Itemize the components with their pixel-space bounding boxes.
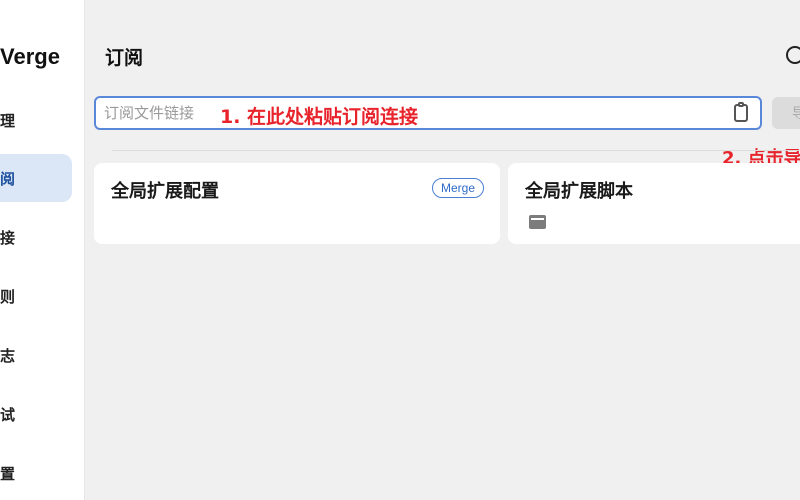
- sidebar-item-label: 置: [0, 464, 16, 483]
- profile-card-merge[interactable]: 全局扩展配置 Merge: [94, 163, 500, 244]
- sidebar-item-profiles[interactable]: 阅: [0, 154, 72, 202]
- sidebar-item-logs[interactable]: 志: [0, 331, 72, 379]
- sidebar-item-label: 则: [0, 287, 16, 306]
- sidebar-item-rules[interactable]: 则: [0, 272, 72, 320]
- sidebar-item-connections[interactable]: 接: [0, 213, 72, 261]
- subscription-url-field: [94, 96, 762, 130]
- import-button[interactable]: 导: [772, 97, 800, 129]
- sidebar-item-label: 试: [0, 405, 16, 424]
- divider: [112, 150, 800, 151]
- card-title: 全局扩展脚本: [525, 181, 633, 202]
- app-brand: Verge: [0, 44, 60, 69]
- page-title: 订阅: [105, 47, 144, 69]
- profile-card-script[interactable]: 全局扩展脚本: [508, 163, 800, 244]
- sidebar-item-test[interactable]: 试: [0, 390, 72, 438]
- script-icon: [529, 215, 546, 229]
- card-title: 全局扩展配置: [111, 181, 219, 202]
- annotation-step1: 1. 在此处粘贴订阅连接: [220, 106, 419, 128]
- sidebar-item-label: 理: [0, 111, 16, 130]
- sidebar-item-label: 志: [0, 346, 16, 365]
- clipboard-icon[interactable]: [734, 102, 748, 122]
- refresh-icon[interactable]: [786, 46, 800, 64]
- sidebar: Verge 理 阅 接 则 志 试 置: [0, 0, 85, 500]
- sidebar-item-label: 接: [0, 228, 16, 247]
- sidebar-item-proxies[interactable]: 理: [0, 96, 72, 144]
- sidebar-item-settings[interactable]: 置: [0, 449, 72, 497]
- sidebar-item-label: 阅: [0, 169, 16, 188]
- type-badge: Merge: [431, 178, 484, 198]
